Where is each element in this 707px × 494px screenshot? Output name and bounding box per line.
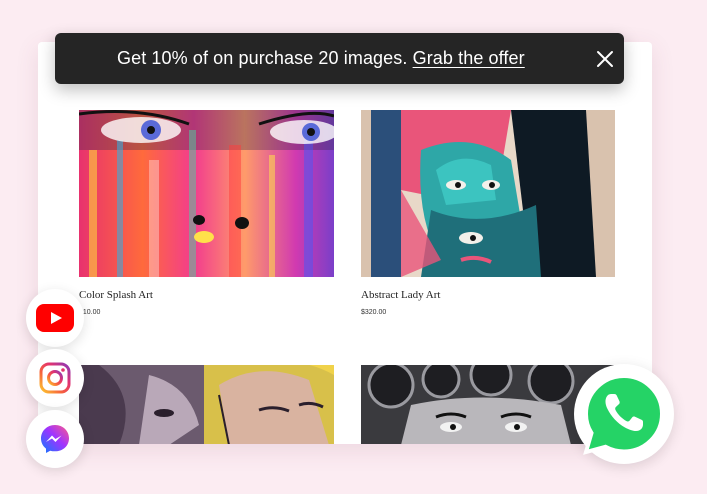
product-name[interactable]: Abstract Lady Art [361,289,440,301]
product-price: $320.00 [361,309,387,316]
close-icon [597,51,613,67]
youtube-button[interactable] [26,289,84,347]
messenger-button[interactable] [26,410,84,468]
youtube-icon [36,304,74,332]
product-image[interactable] [79,110,334,277]
product-name[interactable]: Color Splash Art [79,289,153,301]
instagram-icon [39,362,71,394]
close-button[interactable] [595,49,615,69]
messenger-icon [41,425,69,453]
grab-offer-link[interactable]: Grab the offer [413,48,525,68]
whatsapp-button[interactable] [574,364,674,464]
instagram-button[interactable] [26,349,84,407]
offer-toast: Get 10% of on purchase 20 images. Grab t… [55,33,624,84]
product-image[interactable] [361,110,615,277]
whatsapp-icon [583,373,665,455]
product-grid-card: Color Splash Art $10.00 Abstract Lady Ar… [38,42,652,444]
product-image[interactable] [79,365,334,444]
toast-message-text: Get 10% of on purchase 20 images. [117,48,408,68]
toast-message: Get 10% of on purchase 20 images. Grab t… [117,48,525,69]
